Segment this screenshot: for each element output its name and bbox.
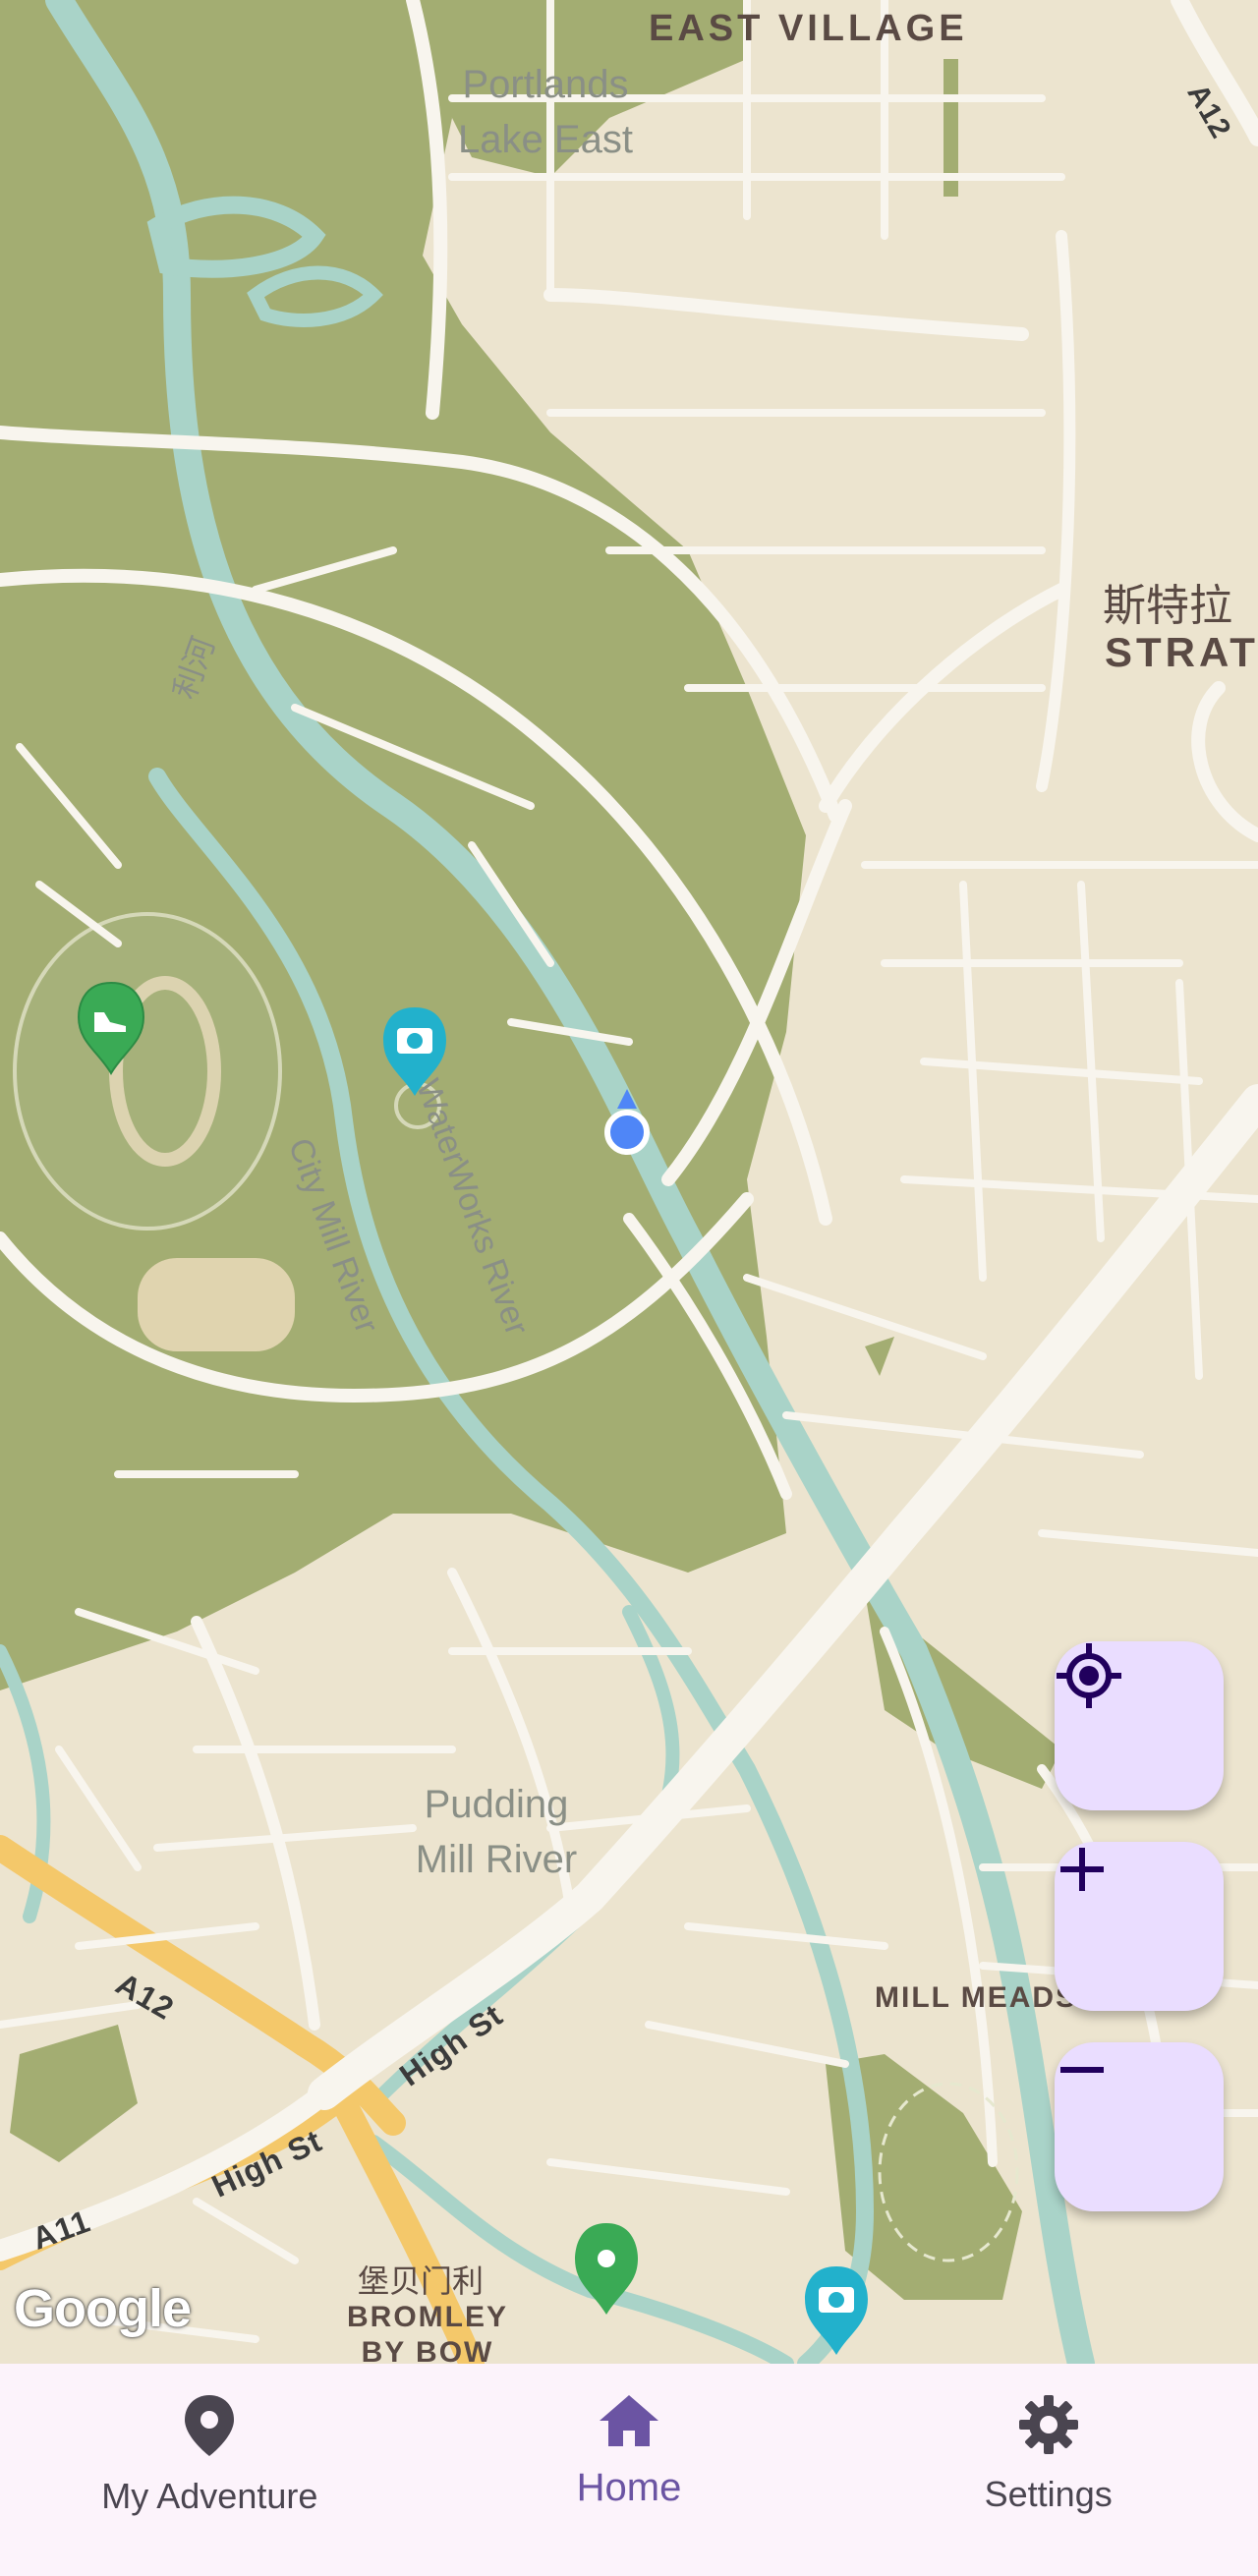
pin-icon xyxy=(598,2250,615,2267)
map-label-east-village: EAST VILLAGE xyxy=(649,8,968,49)
map-label-portlands: Portlands Lake East xyxy=(458,63,633,161)
minus-icon xyxy=(1060,2067,1104,2073)
map-label-stratford: STRAT xyxy=(1105,629,1258,675)
aquatics-field xyxy=(138,1258,295,1351)
map-view[interactable]: EAST VILLAGE Portlands Lake East 斯特拉 STR… xyxy=(0,0,1258,2364)
google-attribution: Google xyxy=(14,2279,192,2338)
current-location-dot xyxy=(604,1110,650,1155)
map-pin-icon xyxy=(185,2395,235,2456)
zoom-out-button[interactable] xyxy=(1055,2042,1224,2211)
bottom-navigation-bar: My Adventure Home Settings xyxy=(0,2364,1258,2576)
stadium xyxy=(13,912,282,1231)
plus-icon xyxy=(1060,1848,1104,1891)
map-label-mill-meads: MILL MEADS xyxy=(875,1981,1078,2014)
gear-icon xyxy=(1018,2395,1078,2454)
map-label-stratford-cn: 斯特拉 xyxy=(1103,582,1232,630)
map-label-bromley: BROMLEY BY BOW xyxy=(347,2301,508,2364)
nav-label-settings: Settings xyxy=(984,2474,1113,2514)
nav-item-home[interactable]: Home xyxy=(420,2364,839,2576)
nav-item-settings[interactable]: Settings xyxy=(838,2364,1258,2576)
map-label-pudding-mill: Pudding Mill River xyxy=(415,1783,578,1881)
nav-label-my-adventure: My Adventure xyxy=(101,2476,318,2516)
zoom-in-button[interactable] xyxy=(1055,1842,1224,2011)
nav-label-home: Home xyxy=(576,2466,682,2509)
map-label-bromley-cn: 堡贝门利 xyxy=(358,2263,485,2299)
nav-item-my-adventure[interactable]: My Adventure xyxy=(0,2364,420,2576)
home-icon xyxy=(600,2395,658,2446)
my-location-icon xyxy=(1057,1643,1121,1708)
my-location-button[interactable] xyxy=(1055,1641,1224,1810)
